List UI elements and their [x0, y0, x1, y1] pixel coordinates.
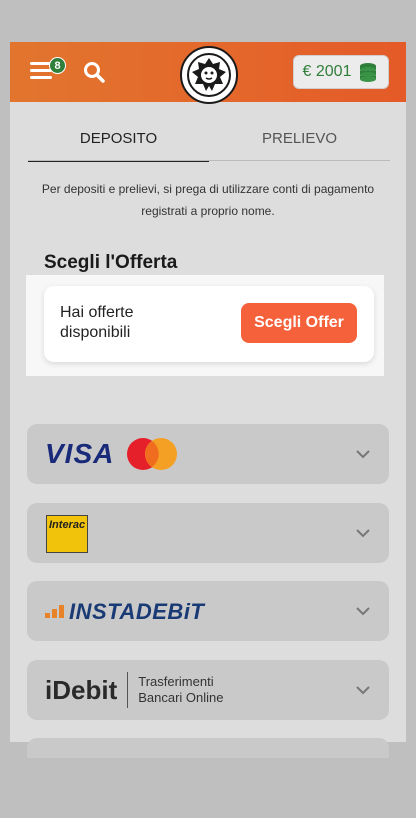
coins-icon: [360, 63, 377, 82]
deposit-screen: 8 € 2001 DEPOSITO PRELIEVO Per depositi …: [10, 42, 406, 818]
menu-notification-badge: 8: [49, 57, 66, 74]
account-notice: Per depositi e prelievi, si prega di uti…: [41, 182, 375, 218]
chevron-down-icon: [356, 607, 370, 616]
search-icon[interactable]: [82, 60, 106, 84]
chevron-down-icon: [356, 529, 370, 538]
chevron-down-icon: [356, 686, 370, 695]
payment-method-instadebit[interactable]: INSTADEBiT: [27, 581, 389, 641]
payment-method-interac[interactable]: Interac: [27, 503, 389, 563]
offer-section-title: Scegli l'Offerta: [44, 252, 178, 273]
payment-method-idebit[interactable]: iDebit Trasferimenti Bancari Online: [27, 660, 389, 720]
tab-deposito[interactable]: DEPOSITO: [28, 130, 209, 162]
mastercard-logo-icon: [127, 438, 177, 470]
app-header: 8 € 2001: [10, 42, 406, 104]
idebit-logo-text: iDebit: [45, 674, 118, 705]
balance-button[interactable]: € 2001: [293, 55, 389, 89]
interac-logo: Interac: [46, 515, 88, 553]
chevron-down-icon: [356, 450, 370, 459]
idebit-tagline-line1: Trasferimenti: [138, 674, 214, 689]
instadebit-logo-text: INSTADEBiT: [69, 599, 205, 624]
deposit-withdraw-tabs: DEPOSITO PRELIEVO: [28, 130, 390, 162]
instadebit-mark-icon: [45, 605, 64, 618]
balance-amount: € 2001: [302, 63, 352, 80]
idebit-logo: iDebit Trasferimenti Bancari Online: [45, 672, 224, 708]
idebit-tagline: Trasferimenti Bancari Online: [138, 674, 223, 706]
idebit-tagline-line2: Bancari Online: [138, 690, 224, 705]
instadebit-logo: INSTADEBiT: [45, 599, 204, 625]
payment-method-partial[interactable]: [27, 738, 389, 758]
idebit-separator: [127, 672, 129, 708]
payment-method-visa-mastercard[interactable]: VISA: [27, 424, 389, 484]
offer-card: Hai offerte disponibili Scegli Offer: [44, 286, 374, 362]
lion-logo-icon[interactable]: [180, 46, 238, 104]
tab-prelievo[interactable]: PRELIEVO: [209, 130, 390, 162]
visa-logo: VISA: [45, 438, 115, 469]
offer-available-text: Hai offerte disponibili: [60, 304, 134, 341]
tab-divider: [28, 160, 390, 161]
choose-offer-button[interactable]: Scegli Offer: [241, 303, 357, 343]
